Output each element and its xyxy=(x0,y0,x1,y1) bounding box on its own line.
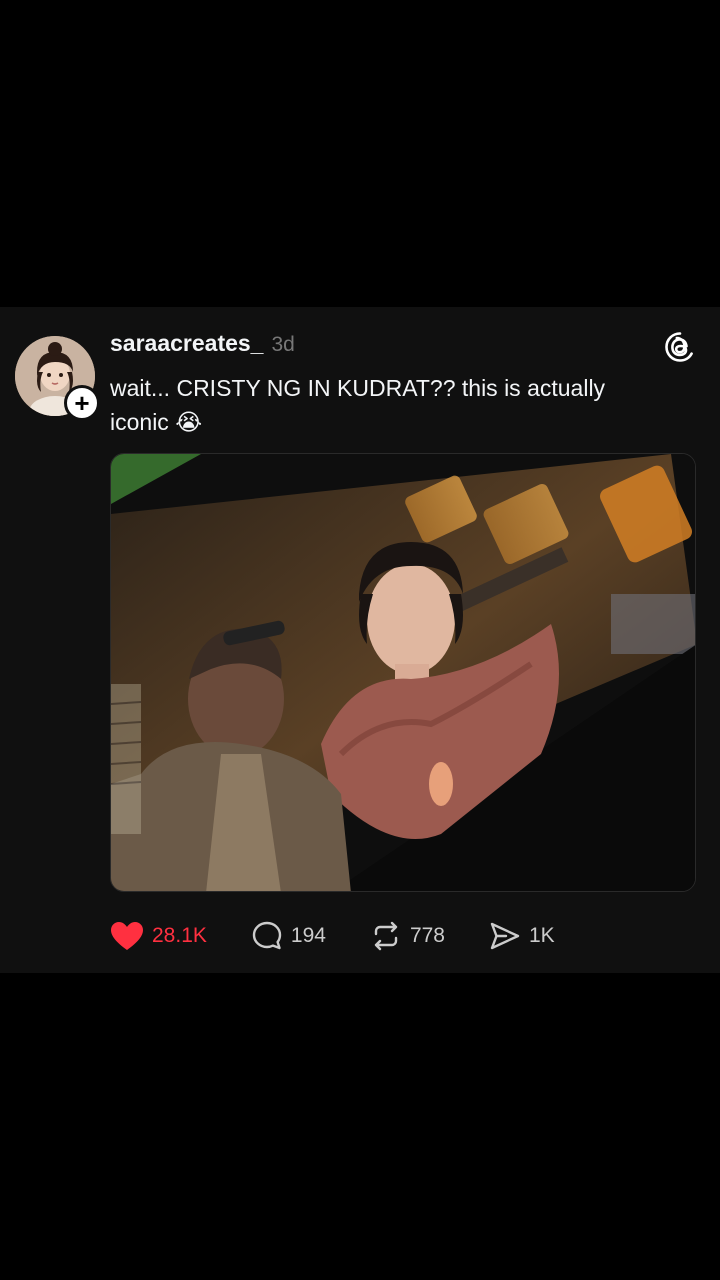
post-actions: 28.1K 194 778 1K xyxy=(110,917,599,955)
share-count: 1K xyxy=(528,924,555,947)
like-count: 28.1K xyxy=(152,924,207,947)
username[interactable]: saraacreates_ xyxy=(110,330,263,357)
like-button[interactable]: 28.1K xyxy=(110,921,207,951)
post-image[interactable] xyxy=(110,453,696,892)
post-text: wait... CRISTY NG IN KUDRAT?? this is ac… xyxy=(110,375,606,435)
post-timestamp: 3d xyxy=(271,333,295,356)
repost-count: 778 xyxy=(409,924,445,947)
threads-logo-icon[interactable] xyxy=(663,330,697,364)
follow-button[interactable]: + xyxy=(64,385,100,421)
post-card: + saraacreates_ 3d wait... CRISTY NG IN … xyxy=(0,307,720,973)
film-still-image xyxy=(111,454,695,891)
share-button[interactable]: 1K xyxy=(489,920,555,952)
post-header: saraacreates_ 3d xyxy=(110,330,295,357)
plus-icon: + xyxy=(74,388,90,418)
reply-button[interactable]: 194 xyxy=(251,920,326,952)
avatar-container: + xyxy=(15,336,100,421)
heart-icon xyxy=(110,921,144,951)
reply-count: 194 xyxy=(290,924,326,947)
repost-icon xyxy=(370,920,402,952)
comment-icon xyxy=(251,920,283,952)
repost-button[interactable]: 778 xyxy=(370,920,445,952)
send-icon xyxy=(489,920,521,952)
